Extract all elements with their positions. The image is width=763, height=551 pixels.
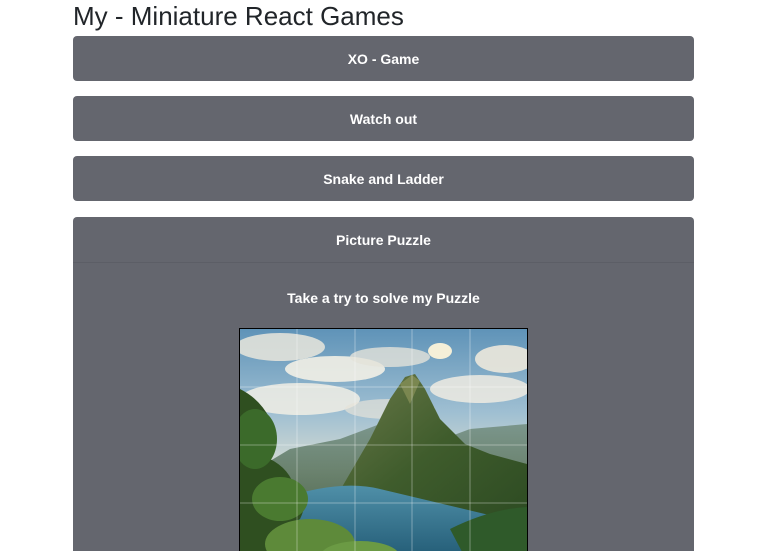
page-title: My - Miniature React Games [73, 1, 404, 31]
puzzle-board[interactable] [239, 328, 528, 551]
watch-out-label: Watch out [349, 110, 418, 127]
puzzle-picture [240, 329, 527, 551]
xo-game-label: XO - Game [347, 50, 420, 67]
snake-and-ladder-label: Snake and Ladder [323, 170, 444, 187]
watch-out-button[interactable]: Watch out [73, 96, 694, 141]
snake-and-ladder-button[interactable]: Snake and Ladder [73, 156, 694, 201]
picture-puzzle-label: Picture Puzzle [336, 231, 431, 248]
picture-puzzle-panel: Picture Puzzle Take a try to solve my Pu… [73, 217, 694, 551]
xo-game-button[interactable]: XO - Game [73, 36, 694, 81]
picture-puzzle-button[interactable]: Picture Puzzle [73, 217, 694, 263]
page: My - Miniature React Games XO - Game Wat… [0, 0, 763, 551]
puzzle-subtitle: Take a try to solve my Puzzle [287, 290, 480, 306]
